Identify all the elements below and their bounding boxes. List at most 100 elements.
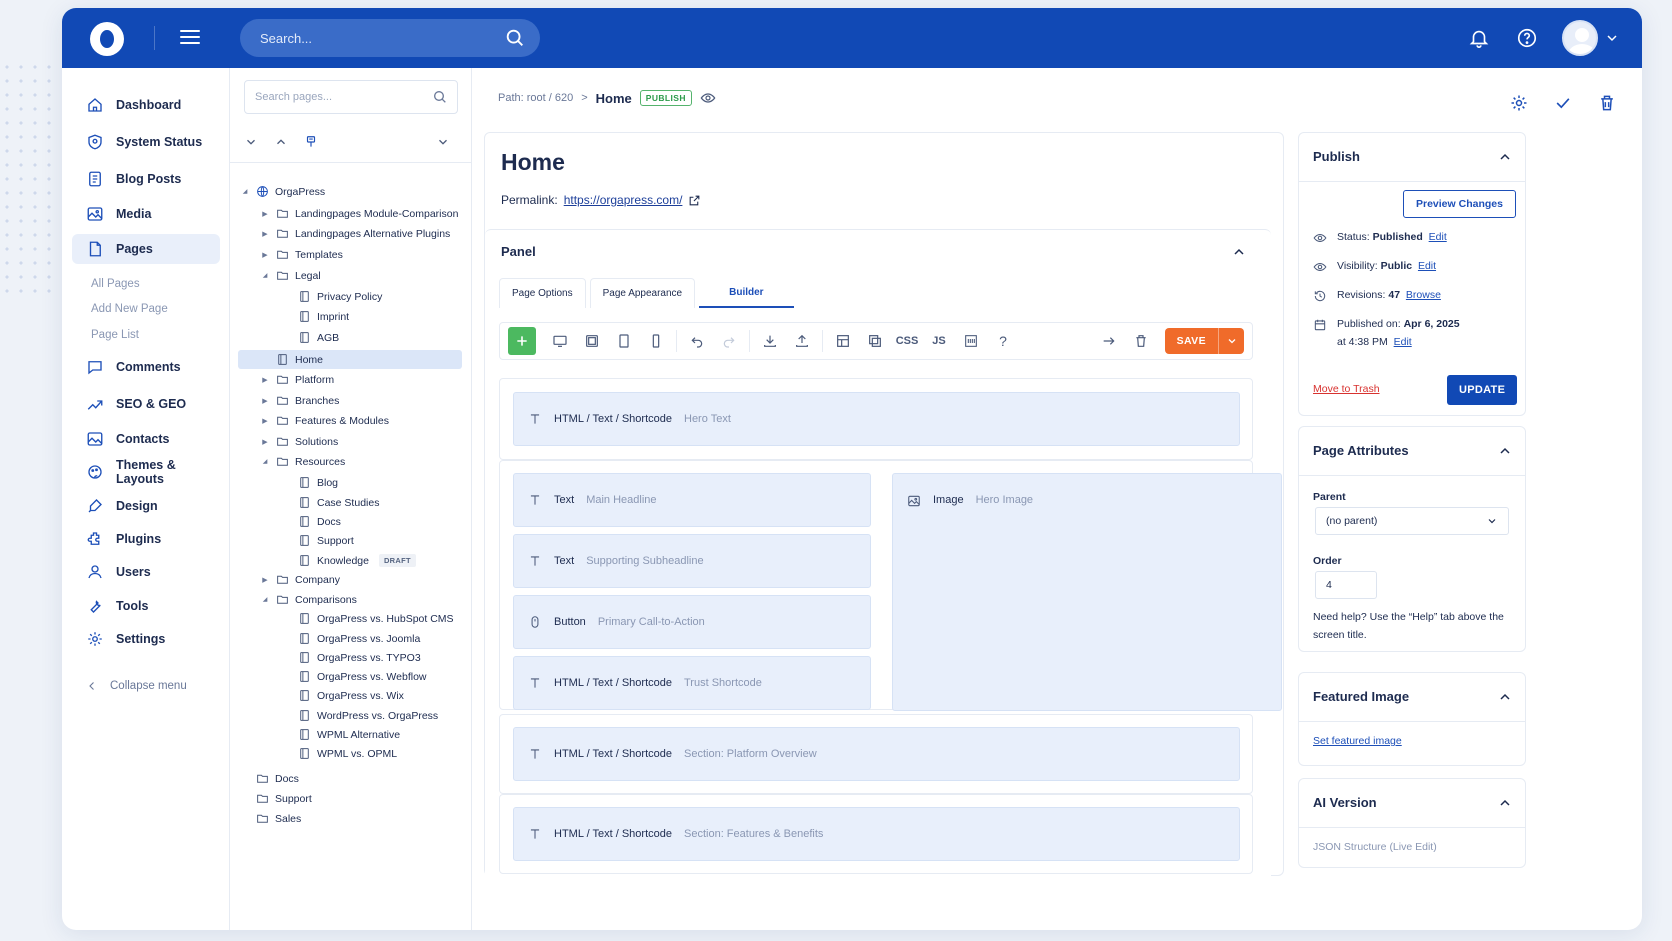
builder-block-trust-shortcode[interactable]: HTML / Text / Shortcode Trust Shortcode: [513, 656, 871, 710]
avatar[interactable]: [1562, 20, 1598, 56]
tree-options-chevron-icon[interactable]: [432, 131, 454, 153]
caret-right-icon[interactable]: ▶: [260, 230, 270, 238]
tree-node[interactable]: Support: [240, 789, 312, 808]
move-to-trash-link[interactable]: Move to Trash: [1313, 383, 1380, 395]
tree-node[interactable]: WordPress vs. OrgaPress: [282, 706, 438, 725]
tree-node[interactable]: ◢ OrgaPress: [240, 182, 326, 201]
chevron-up-icon[interactable]: [1497, 149, 1513, 165]
builder-block-features-benefits[interactable]: HTML / Text / Shortcode Section: Feature…: [513, 807, 1240, 861]
help-button[interactable]: ?: [990, 328, 1016, 354]
chevron-up-icon[interactable]: [1497, 443, 1513, 459]
desktop-view-icon[interactable]: [547, 328, 573, 354]
tree-node[interactable]: OrgaPress vs. Wix: [282, 686, 404, 705]
sidebar-item-system-status[interactable]: System Status: [72, 127, 220, 157]
edit-visibility-link[interactable]: Edit: [1418, 260, 1436, 272]
tree-node[interactable]: ▶ Landingpages Module-Comparison: [260, 204, 458, 223]
caret-down-icon[interactable]: ◢: [260, 272, 270, 279]
sidebar-item-users[interactable]: Users: [72, 557, 220, 587]
caret-right-icon[interactable]: ▶: [260, 397, 270, 405]
undo-icon[interactable]: [684, 328, 710, 354]
caret-down-icon[interactable]: ◢: [240, 188, 250, 195]
permalink-link[interactable]: https://orgapress.com/: [564, 193, 683, 207]
tree-node[interactable]: ▶ Templates: [260, 245, 343, 264]
browse-revisions-link[interactable]: Browse: [1406, 289, 1441, 301]
builder-block-hero-image[interactable]: Image Hero Image: [892, 473, 1282, 711]
tree-node[interactable]: Imprint: [282, 307, 349, 326]
tree-node[interactable]: OrgaPress vs. Webflow: [282, 667, 427, 686]
tree-node[interactable]: ▶ Company: [260, 570, 340, 589]
tree-node[interactable]: OrgaPress vs. Joomla: [282, 629, 420, 648]
collapse-menu-button[interactable]: Collapse menu: [86, 680, 187, 692]
external-link-icon[interactable]: [688, 194, 701, 207]
tree-node[interactable]: WPML Alternative: [282, 725, 400, 744]
search-icon[interactable]: [432, 89, 448, 105]
caret-right-icon[interactable]: ▶: [260, 438, 270, 446]
builder-block-subheadline[interactable]: Text Supporting Subheadline: [513, 534, 871, 588]
tree-node[interactable]: ◢ Resources: [260, 452, 346, 471]
tree-node[interactable]: Knowledge DRAFT: [282, 551, 416, 570]
tree-node[interactable]: ▶ Platform: [260, 370, 334, 389]
redo-icon[interactable]: [716, 328, 742, 354]
parent-select[interactable]: (no parent): [1315, 507, 1509, 535]
update-button[interactable]: UPDATE: [1447, 375, 1518, 405]
tree-node[interactable]: ▶ Landingpages Alternative Plugins: [260, 224, 450, 243]
html-code-icon[interactable]: [958, 328, 984, 354]
tree-node[interactable]: Home: [238, 350, 462, 369]
builder-block-platform-overview[interactable]: HTML / Text / Shortcode Section: Platfor…: [513, 727, 1240, 781]
tree-node[interactable]: AGB: [282, 328, 339, 347]
caret-right-icon[interactable]: ▶: [260, 376, 270, 384]
tree-node[interactable]: Privacy Policy: [282, 287, 382, 306]
tree-node[interactable]: ◢ Comparisons: [260, 590, 357, 609]
arrow-right-icon[interactable]: [1096, 328, 1122, 354]
settings-gear-icon[interactable]: [1506, 90, 1532, 116]
download-icon[interactable]: [757, 328, 783, 354]
layout-icon[interactable]: [830, 328, 856, 354]
tree-node[interactable]: ▶ Features & Modules: [260, 411, 389, 430]
chevron-up-icon[interactable]: [1497, 795, 1513, 811]
laptop-view-icon[interactable]: [579, 328, 605, 354]
tree-node[interactable]: Docs: [240, 769, 299, 788]
chevron-up-icon[interactable]: [1231, 244, 1247, 260]
sidebar-subitem-add-new-page[interactable]: Add New Page: [91, 303, 168, 315]
js-button[interactable]: JS: [926, 328, 952, 354]
sidebar-item-contacts[interactable]: Contacts: [72, 424, 220, 454]
tree-node[interactable]: ▶ Solutions: [260, 432, 338, 451]
order-input[interactable]: [1315, 571, 1377, 599]
caret-right-icon[interactable]: ▶: [260, 251, 270, 259]
builder-block-cta-button[interactable]: Button Primary Call-to-Action: [513, 595, 871, 649]
builder-block-hero-text[interactable]: HTML / Text / Shortcode Hero Text: [513, 392, 1240, 446]
edit-date-link[interactable]: Edit: [1394, 336, 1412, 348]
trash-icon[interactable]: [1128, 328, 1154, 354]
tree-node[interactable]: OrgaPress vs. TYPO3: [282, 648, 421, 667]
sidebar-item-comments[interactable]: Comments: [72, 352, 220, 382]
upload-icon[interactable]: [789, 328, 815, 354]
logo[interactable]: [90, 22, 124, 56]
builder-block-main-headline[interactable]: Text Main Headline: [513, 473, 871, 527]
add-element-button[interactable]: [508, 327, 536, 355]
tree-node[interactable]: WPML vs. OPML: [282, 744, 397, 763]
css-button[interactable]: CSS: [894, 328, 920, 354]
tab-page-appearance[interactable]: Page Appearance: [589, 278, 696, 308]
caret-down-icon[interactable]: ◢: [260, 596, 270, 603]
caret-right-icon[interactable]: ▶: [260, 576, 270, 584]
sidebar-item-media[interactable]: Media: [72, 199, 220, 229]
caret-down-icon[interactable]: ◢: [260, 458, 270, 465]
preview-changes-button[interactable]: Preview Changes: [1403, 190, 1516, 218]
caret-right-icon[interactable]: ▶: [260, 210, 270, 218]
tree-node[interactable]: Support: [282, 531, 354, 550]
tree-node[interactable]: Case Studies: [282, 493, 379, 512]
caret-right-icon[interactable]: ▶: [260, 417, 270, 425]
user-menu[interactable]: [1562, 20, 1620, 56]
set-featured-image-link[interactable]: Set featured image: [1313, 735, 1402, 747]
sidebar-subitem-all-pages[interactable]: All Pages: [91, 278, 140, 290]
chevron-down-icon[interactable]: [1604, 30, 1620, 46]
tree-node[interactable]: ▶ Branches: [260, 391, 339, 410]
trash-icon[interactable]: [1594, 90, 1620, 116]
breadcrumb-path[interactable]: Path: root / 620: [498, 92, 573, 104]
sidebar-item-blog-posts[interactable]: Blog Posts: [72, 164, 220, 194]
sidebar-subitem-page-list[interactable]: Page List: [91, 329, 139, 341]
save-button[interactable]: SAVE: [1164, 328, 1244, 354]
sidebar-item-settings[interactable]: Settings: [72, 624, 220, 654]
tree-node[interactable]: ◢ Legal: [260, 266, 321, 285]
tree-node[interactable]: OrgaPress vs. HubSpot CMS: [282, 609, 454, 628]
